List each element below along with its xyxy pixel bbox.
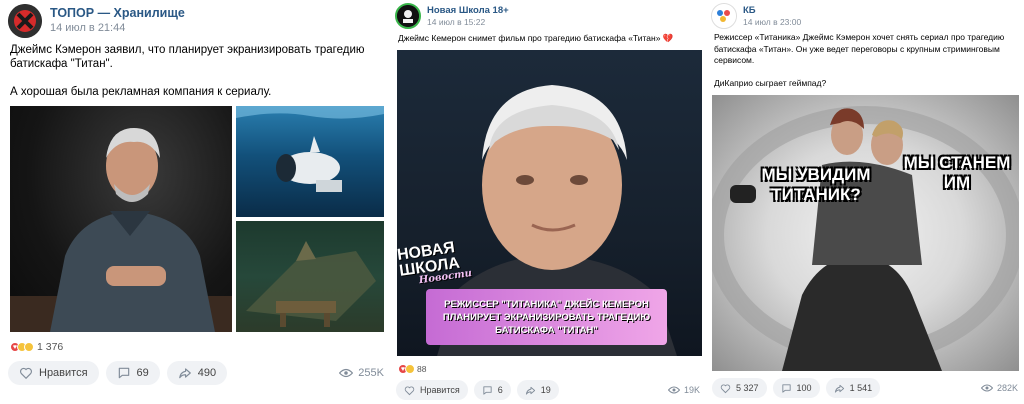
share-count: 1 541: [849, 383, 873, 393]
comment-icon: [118, 367, 129, 379]
like-label: Нравится: [420, 385, 460, 395]
post-header: КБ 14 июл в 23:00: [711, 3, 801, 29]
share-button[interactable]: 490: [166, 361, 228, 385]
photo-titanic-wreck[interactable]: [236, 221, 384, 332]
eye-icon: [339, 368, 354, 378]
reactions[interactable]: ♥ 1 376: [10, 341, 63, 353]
comment-icon: [781, 383, 791, 393]
post-time[interactable]: 14 июл в 15:22: [427, 17, 509, 28]
heart-icon: [404, 386, 415, 395]
views: 19K: [667, 385, 700, 395]
share-count: 19: [540, 385, 551, 395]
reaction-count: 1 376: [37, 341, 64, 353]
like-button[interactable]: 5 327: [712, 378, 767, 398]
school-logo-icon: [397, 5, 419, 27]
share-count: 490: [197, 367, 217, 379]
post-header: Новая Школа 18+ 14 июл в 15:22: [395, 3, 509, 29]
author-name[interactable]: ТОПОР — Хранилище: [50, 6, 185, 22]
share-button[interactable]: 19: [516, 380, 559, 400]
post-novaya-shkola: Новая Школа 18+ 14 июл в 15:22 Джеймс Ке…: [392, 0, 708, 404]
share-icon: [178, 368, 191, 379]
heart-icon: [20, 367, 32, 380]
share-icon: [525, 386, 535, 395]
comment-icon: [483, 385, 492, 395]
post-kb: КБ 14 июл в 23:00 Режиссер «Титаника» Дж…: [708, 0, 1024, 404]
post-time[interactable]: 14 июл в 21:44: [50, 22, 185, 36]
post-topor: ТОПОР — Хранилище 14 июл в 21:44 Джеймс …: [0, 0, 392, 404]
meme-text-right: МЫ СТАНЕМ ИМ: [903, 153, 1011, 192]
topor-logo-icon: [8, 4, 42, 38]
view-count: 19K: [683, 385, 700, 395]
kb-logo-icon: [712, 4, 736, 28]
share-button[interactable]: 1 541: [825, 378, 881, 398]
avatar[interactable]: [8, 4, 42, 38]
views: 255K: [339, 367, 384, 379]
comment-button[interactable]: 100: [772, 378, 820, 398]
comment-count: 100: [796, 383, 812, 393]
photo-submersible[interactable]: [236, 106, 384, 217]
eye-icon: [667, 386, 680, 394]
avatar[interactable]: [711, 3, 737, 29]
post-text: Режиссер «Титаника» Джеймс Кэмерон хочет…: [714, 32, 1005, 88]
photo-cameron[interactable]: [10, 106, 232, 332]
reactions[interactable]: ♥ 88: [398, 364, 426, 374]
like-label: Нравится: [39, 367, 88, 379]
meme-image[interactable]: МЫ УВИДИМ ТИТАНИК? МЫ СТАНЕМ ИМ: [712, 95, 1019, 371]
comment-count: 6: [497, 385, 503, 395]
cry-reaction-icon: [24, 342, 34, 352]
post-time[interactable]: 14 июл в 23:00: [743, 17, 801, 28]
views: 282K: [980, 383, 1018, 393]
post-text: Джеймс Кэмерон заявил, что планирует экр…: [10, 44, 365, 98]
reaction-count: 88: [417, 364, 427, 374]
post-text: Джеймс Кемерон снимет фильм про трагедию…: [398, 33, 674, 43]
post-header: ТОПОР — Хранилище 14 июл в 21:44: [8, 4, 185, 38]
like-button[interactable]: Нравится: [8, 361, 99, 385]
heart-icon: [720, 384, 731, 393]
comment-count: 69: [136, 367, 149, 379]
author-name[interactable]: Новая Школа 18+: [427, 5, 509, 17]
view-count: 282K: [996, 383, 1018, 393]
share-icon: [834, 384, 844, 393]
comment-button[interactable]: 69: [105, 361, 160, 385]
photo-cameron-news[interactable]: НОВАЯ ШКОЛА Новости РЕЖИССЕР "ТИТАНИКА" …: [397, 50, 702, 356]
love-reaction-icon: [405, 364, 415, 374]
avatar[interactable]: [395, 3, 421, 29]
like-button[interactable]: Нравится: [396, 380, 468, 400]
view-count: 255K: [358, 367, 384, 379]
meme-text-left: МЫ УВИДИМ ТИТАНИК?: [761, 165, 871, 204]
eye-icon: [980, 384, 993, 392]
news-caption: РЕЖИССЕР "ТИТАНИКА" ДЖЕЙС КЕМЕРОН ПЛАНИР…: [426, 289, 667, 345]
author-name[interactable]: КБ: [743, 5, 801, 17]
like-count: 5 327: [736, 383, 759, 393]
comment-button[interactable]: 6: [473, 380, 511, 400]
